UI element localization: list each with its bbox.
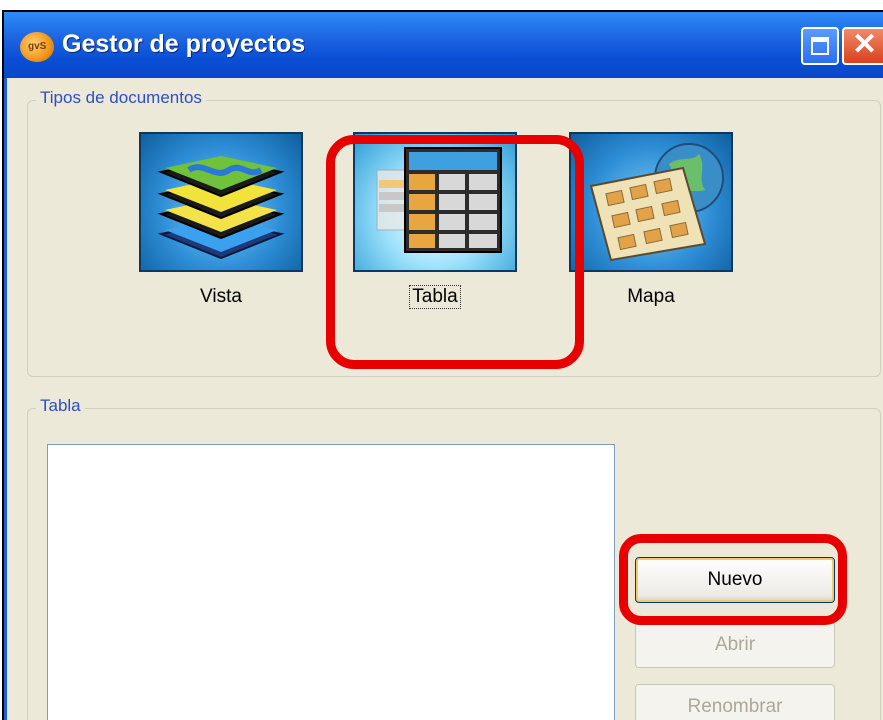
tabla-highlight-annotation bbox=[326, 135, 584, 369]
doc-type-vista[interactable]: Vista bbox=[139, 132, 303, 308]
document-types-legend: Tipos de documentos bbox=[36, 88, 206, 108]
project-manager-window: gvS Gestor de proyectos ✕ Tipos de docum… bbox=[2, 10, 883, 720]
window-title: Gestor de proyectos bbox=[62, 30, 306, 58]
map-icon bbox=[569, 132, 733, 272]
open-button[interactable]: Abrir bbox=[635, 622, 835, 668]
documents-list[interactable] bbox=[47, 444, 615, 720]
window-content: Tipos de documentos Vista Tabla Mapa Tab… bbox=[4, 78, 883, 720]
maximize-icon bbox=[811, 37, 829, 55]
title-bar[interactable]: gvS Gestor de proyectos ✕ bbox=[4, 12, 883, 78]
documents-legend: Tabla bbox=[36, 396, 85, 416]
rename-button[interactable]: Renombrar bbox=[635, 684, 835, 720]
doc-type-mapa-label: Mapa bbox=[627, 286, 675, 307]
close-button[interactable]: ✕ bbox=[842, 27, 883, 65]
nuevo-highlight-annotation bbox=[619, 534, 847, 625]
doc-type-mapa[interactable]: Mapa bbox=[569, 132, 733, 308]
doc-type-vista-label: Vista bbox=[200, 286, 242, 307]
layers-icon bbox=[139, 132, 303, 272]
close-icon: ✕ bbox=[852, 28, 878, 61]
maximize-button[interactable] bbox=[801, 27, 839, 65]
app-icon: gvS bbox=[20, 32, 54, 62]
